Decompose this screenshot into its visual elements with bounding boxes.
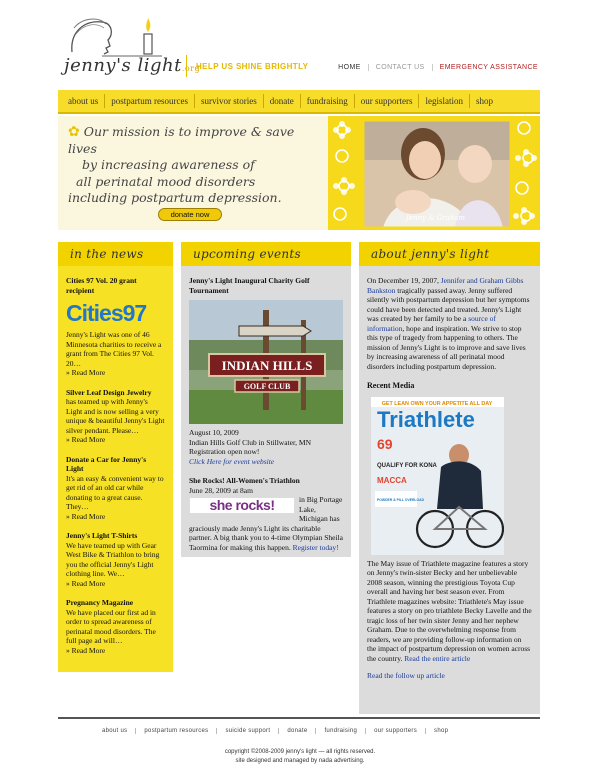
nav-shop[interactable]: shop: [468, 94, 499, 108]
indian-hills-sign-photo[interactable]: INDIAN HILLS GOLF CLUB: [189, 300, 343, 424]
hero-banner: ✿ Our mission is to improve & save lives…: [58, 116, 540, 230]
read-more-link[interactable]: » Read More: [66, 512, 165, 522]
triathlon-event-title: She Rocks! All-Women's Triathlon: [189, 476, 300, 485]
news-list: Cities 97 Vol. 20 grant recipient Cities…: [58, 266, 173, 671]
mission-line: all perinatal mood disorders: [76, 173, 256, 189]
news-item-title[interactable]: Jenny's Light T-Shirts: [66, 531, 165, 541]
sign-line-1: INDIAN HILLS: [222, 358, 313, 373]
nav-about-us[interactable]: about us: [58, 94, 104, 108]
footer-nav-fundraising[interactable]: fundraising: [315, 728, 365, 734]
news-item: Pregnancy Magazine We have placed our fi…: [66, 598, 165, 655]
mag-69: 69: [377, 436, 393, 452]
news-item-text: Jenny's Light was one of 46 Minnesota ch…: [66, 330, 162, 368]
read-more-link[interactable]: » Read More: [66, 579, 165, 589]
triathlon-event-body: she rocks! in Big Portage Lake, Michigan…: [189, 495, 343, 552]
news-item-text: We have placed our first ad in order to …: [66, 607, 156, 646]
recent-media-heading: Recent Media: [367, 381, 415, 390]
mission-statement: ✿ Our mission is to improve & save lives…: [68, 124, 318, 207]
nav-donate[interactable]: donate: [262, 94, 300, 108]
top-nav-emergency-assistance[interactable]: EMERGENCY ASSISTANCE: [431, 64, 545, 71]
mag-kona: QUALIFY FOR KONA: [377, 463, 438, 469]
copyright-line: copyright ©2008-2009 jenny's light — all…: [224, 749, 376, 755]
events-column: upcoming events Jenny's Light Inaugural …: [181, 242, 351, 557]
golf-event-registration: Registration open now!: [189, 447, 260, 456]
register-today-link[interactable]: Register today!: [293, 543, 339, 552]
mission-line: ✿ Our mission is to improve & save lives: [68, 124, 295, 156]
events-header: upcoming events: [181, 242, 351, 266]
triathlete-magazine-cover[interactable]: GET LEAN OWN YOUR APPETITE ALL DAY Triat…: [371, 396, 504, 555]
credit-line: site designed and managed by nada advert…: [235, 758, 365, 764]
triathlon-event-date: June 28, 2009 at 8am: [189, 485, 253, 495]
read-follow-up-article-link[interactable]: Read the follow up article: [367, 671, 445, 680]
about-body: On December 19, 2007, Jennifer and Graha…: [359, 266, 540, 687]
news-item: Jenny's Light T-Shirts We have teamed up…: [66, 531, 165, 588]
sign-line-2: GOLF CLUB: [244, 382, 291, 391]
mag-powder: POWDER & PILL OVERLOAD: [377, 498, 425, 502]
follow-up-wrapper: Read the follow up article: [367, 671, 532, 681]
events-heading: upcoming events: [193, 247, 301, 261]
copyright: copyright ©2008-2009 jenny's light — all…: [0, 748, 600, 766]
about-header: about jenny's light: [359, 242, 540, 266]
footer-nav-donate[interactable]: donate: [278, 728, 315, 734]
cities97-logo[interactable]: Cities97: [66, 300, 165, 326]
news-item-text: has teamed up with Jenny's Light and is …: [66, 397, 165, 435]
about-heading: about jenny's light: [371, 247, 490, 261]
top-nav-contact-us[interactable]: CONTACT US: [367, 64, 432, 71]
donate-now-button[interactable]: donate now: [158, 208, 222, 221]
golf-event-title: Jenny's Light Inaugural Charity Golf Tou…: [189, 276, 310, 295]
main-nav: about us postpartum resources survivor s…: [58, 90, 540, 114]
footer-nav-our-supporters[interactable]: our supporters: [365, 728, 425, 734]
news-item-title[interactable]: Donate a Car for Jenny's Light: [66, 455, 165, 474]
events-list: Jenny's Light Inaugural Charity Golf Tou…: [181, 266, 351, 558]
news-heading: in the news: [70, 247, 144, 261]
mission-line: including postpartum depression.: [68, 190, 282, 205]
news-item-title[interactable]: Cities 97 Vol. 20 grant recipient: [66, 276, 165, 295]
read-entire-article-link[interactable]: Read the entire article: [404, 654, 470, 663]
footer-nav: about us postpartum resources suicide su…: [94, 728, 456, 734]
mag-macca: MACCA: [377, 476, 407, 485]
site-header: jenny's light.org HELP US SHINE BRIGHTLY…: [0, 0, 600, 88]
nav-postpartum-resources[interactable]: postpartum resources: [104, 94, 194, 108]
footer-nav-about-us[interactable]: about us: [94, 728, 135, 734]
footer-nav-shop[interactable]: shop: [425, 728, 456, 734]
golf-event-date: August 10, 2009: [189, 428, 239, 437]
news-item-text: It's an easy & convenient way to get rid…: [66, 473, 164, 512]
mission-line: by increasing awareness of: [82, 157, 255, 172]
news-column: in the news Cities 97 Vol. 20 grant reci…: [58, 242, 173, 672]
golf-event-website-link[interactable]: Click Here for event website: [189, 457, 343, 467]
news-item-text: We have teamed up with Gear West Bike & …: [66, 540, 160, 579]
news-item: Cities 97 Vol. 20 grant recipient Cities…: [66, 276, 165, 378]
news-item: Donate a Car for Jenny's Light It's an e…: [66, 455, 165, 522]
mag-title: Triathlete: [377, 407, 475, 432]
nav-our-supporters[interactable]: our supporters: [353, 94, 419, 108]
recent-media-paragraph: The May issue of Triathlete magazine fea…: [367, 558, 532, 663]
about-column: about jenny's light On December 19, 2007…: [359, 242, 540, 714]
top-nav-home[interactable]: HOME: [331, 64, 368, 71]
nav-fundraising[interactable]: fundraising: [299, 94, 354, 108]
about-paragraph: On December 19, 2007, Jennifer and Graha…: [367, 276, 530, 371]
read-more-link[interactable]: » Read More: [66, 435, 165, 445]
she-rocks-logo[interactable]: she rocks!: [189, 497, 295, 514]
logo-text[interactable]: jenny's light.org: [64, 55, 200, 76]
nav-survivor-stories[interactable]: survivor stories: [193, 94, 263, 108]
tagline: HELP US SHINE BRIGHTLY: [196, 62, 309, 71]
golf-event-place: Indian Hills Golf Club in Stillwater, MN: [189, 437, 311, 447]
header-divider: [186, 55, 187, 77]
news-item: Silver Leaf Design Jewelry has teamed up…: [66, 388, 165, 445]
read-more-link[interactable]: » Read More: [66, 646, 165, 656]
footer-nav-postpartum-resources[interactable]: postpartum resources: [135, 728, 216, 734]
news-header: in the news: [58, 242, 173, 266]
flower-bullet-icon: ✿: [68, 124, 80, 140]
footer-nav-suicide-support[interactable]: suicide support: [216, 728, 278, 734]
photo-caption: Jenny & Graham: [406, 214, 466, 222]
news-item-title[interactable]: Pregnancy Magazine: [66, 598, 165, 608]
read-more-link[interactable]: » Read More: [66, 368, 165, 378]
top-nav: HOME CONTACT US EMERGENCY ASSISTANCE: [331, 64, 545, 71]
footer-divider: [58, 717, 540, 719]
nav-legislation[interactable]: legislation: [418, 94, 469, 108]
jenny-graham-photo: [363, 120, 511, 228]
news-item-title[interactable]: Silver Leaf Design Jewelry: [66, 388, 165, 398]
